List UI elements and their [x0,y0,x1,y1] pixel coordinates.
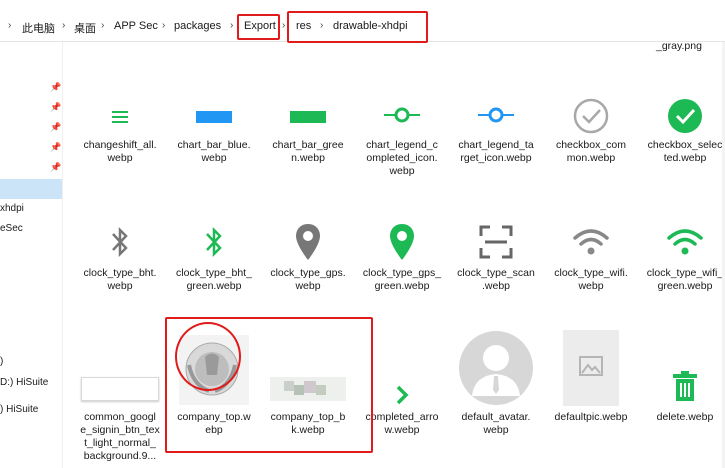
chevron-right-icon: › [162,20,166,31]
avatar-thumb [451,330,541,406]
breadcrumb-item[interactable]: 桌面 [74,20,96,36]
chevron-right-icon: › [230,20,234,31]
file-name: delete.webp [656,411,714,423]
file-name: checkbox_selec ted.webp [647,139,723,164]
file-name: clock_type_bht_ green.webp [176,267,252,292]
file-name: chart_legend_ta rget_icon.webp [458,139,534,164]
file-name: defaultpic.webp [554,411,628,423]
checkbox-green-icon [640,94,725,138]
bluetooth-green-icon [169,218,259,266]
highlight-circle-emblem [175,322,241,391]
file-name: checkbox_com mon.webp [555,139,627,164]
file-name: common_googl e_signin_btn_tex t_light_norm… [80,411,160,462]
blue-bar-icon [169,92,259,142]
sidebar-item[interactable]: eSec [0,223,23,234]
wifi-gray-icon [546,218,636,266]
navigation-pane: 📌 📌 📌 📌 📌 xhdpi eSec ) D:) HiSuite ) HiS… [0,42,63,468]
location-green-icon [357,218,447,266]
chevron-right-icon: › [62,20,66,31]
pin-icon[interactable]: 📌 [50,122,61,132]
google-btn-thumb [75,374,165,404]
file-label-partial: _gray.png [656,40,702,52]
pin-icon[interactable]: 📌 [50,82,61,92]
chevron-right-icon: › [8,20,12,31]
file-name: clock_type_wifi. webp [554,267,628,292]
sidebar-item[interactable]: ) [0,356,3,367]
file-name: clock_type_gps_ green.webp [362,267,442,292]
breadcrumb-item[interactable]: 此电脑 [22,20,55,36]
sidebar-item[interactable]: xhdpi [0,203,24,214]
file-name: clock_type_gps. webp [270,267,346,292]
sidebar-item[interactable]: D:) HiSuite [0,377,48,388]
file-name: changeshift_all. webp [83,139,157,164]
file-name: chart_bar_gree n.webp [272,139,344,164]
bluetooth-gray-icon [75,218,165,266]
checkbox-gray-icon [546,94,636,138]
file-name: clock_type_scan .webp [457,267,535,292]
sidebar-item[interactable]: ) HiSuite [0,404,38,415]
green-legend-icon [357,92,447,137]
picture-thumb [546,330,636,406]
location-gray-icon [263,218,353,266]
pin-icon[interactable]: 📌 [50,162,61,172]
file-name: chart_bar_blue. webp [177,139,251,164]
highlight-box-res-path [287,11,428,43]
green-bar-icon [263,92,353,142]
highlight-box-export [237,14,280,40]
chevron-right-icon: › [101,20,105,31]
blue-legend-icon [451,92,541,137]
pin-icon[interactable]: 📌 [50,142,61,152]
pin-icon[interactable]: 📌 [50,102,61,112]
file-name: default_avatar. webp [461,411,531,436]
wifi-green-icon [640,218,725,266]
trash-green-icon [640,368,725,404]
breadcrumb-item[interactable]: APP Sec [114,20,158,32]
sidebar-selected-item[interactable] [0,179,62,199]
chevron-right-icon: › [282,20,286,31]
breadcrumb-item[interactable]: packages [174,20,221,32]
file-name: clock_type_wifi_ green.webp [646,267,724,292]
list-icon [75,92,165,142]
file-name: clock_type_bht. webp [83,267,157,292]
file-name: chart_legend_c ompleted_icon. webp [366,139,438,177]
scan-icon [451,218,541,266]
